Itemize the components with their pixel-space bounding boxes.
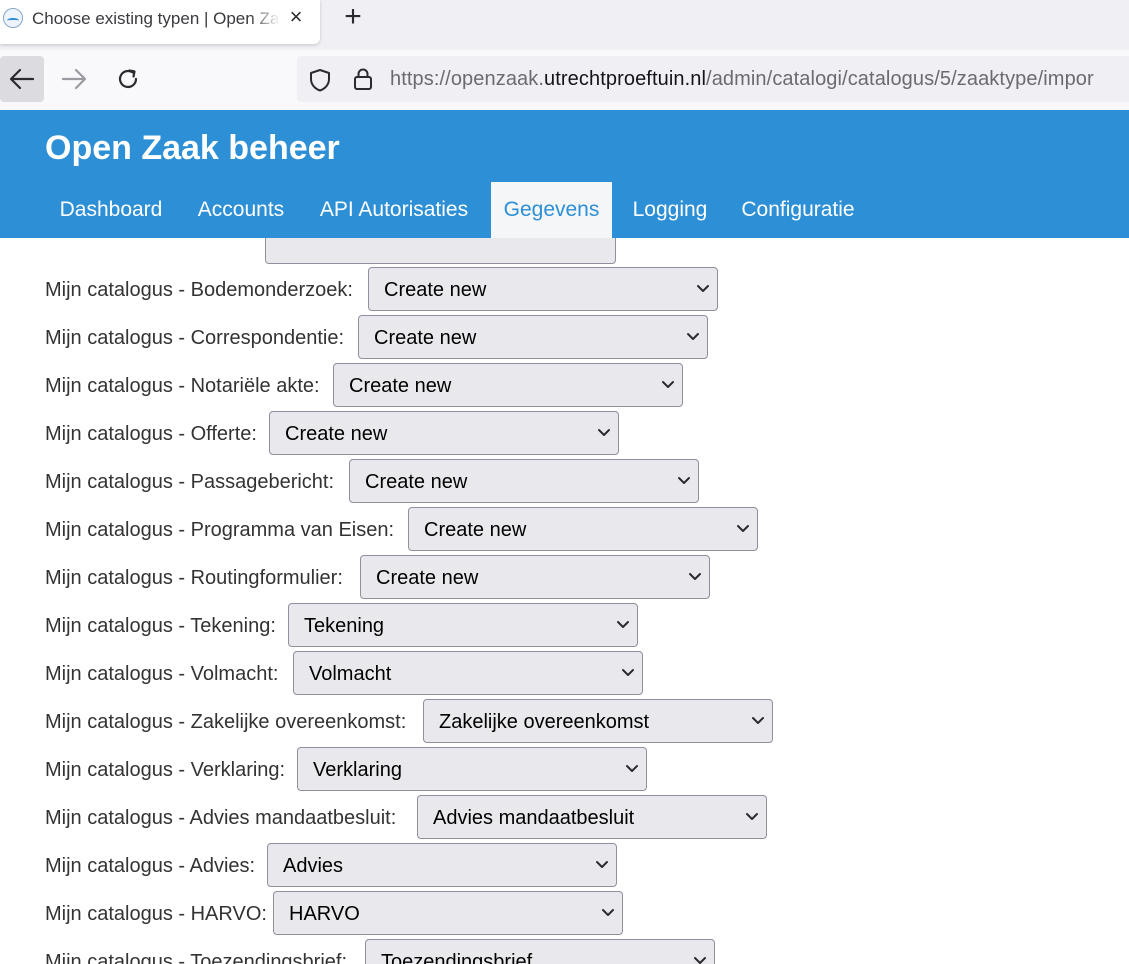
url-bar[interactable]: https://openzaak.utrechtproeftuin.nl/adm… <box>297 56 1129 102</box>
select-value: Create new <box>285 423 388 445</box>
chevron-down-icon <box>697 285 709 292</box>
reload-button[interactable] <box>106 56 150 102</box>
menu-item-dashboard[interactable]: Dashboard <box>45 182 177 238</box>
shield-icon[interactable] <box>309 68 331 92</box>
menu-item-gegevens[interactable]: Gegevens <box>491 182 612 238</box>
row-label: Mijn catalogus - HARVO: <box>45 903 267 925</box>
row-label: Mijn catalogus - Offerte: <box>45 423 257 445</box>
row-label: Mijn catalogus - Routingformulier: <box>45 567 343 589</box>
type-select[interactable]: Tekening <box>288 603 638 647</box>
browser-tab[interactable]: Choose existing typen | Open Zaak × <box>0 0 320 44</box>
row-label: Mijn catalogus - Programma van Eisen: <box>45 519 395 541</box>
chevron-down-icon <box>598 429 610 436</box>
select-value: HARVO <box>289 903 360 925</box>
type-select[interactable]: Create new <box>360 555 710 599</box>
close-icon[interactable]: × <box>286 5 306 29</box>
form-content: Mijn catalogus - Bodemonderzoek: Create … <box>0 238 1129 964</box>
chevron-down-icon <box>694 957 706 964</box>
url-prefix: https://openzaak. <box>390 68 545 90</box>
select-partial[interactable] <box>265 238 616 264</box>
chevron-down-icon <box>626 765 638 772</box>
type-select[interactable]: Create new <box>349 459 699 503</box>
menu-item-configuratie[interactable]: Configuratie <box>733 182 863 238</box>
url-text[interactable]: https://openzaak.utrechtproeftuin.nl/adm… <box>390 68 1094 91</box>
chevron-down-icon <box>689 573 701 580</box>
app-title[interactable]: Open Zaak beheer <box>45 129 340 168</box>
back-button[interactable] <box>0 56 44 102</box>
chevron-down-icon <box>746 813 758 820</box>
menu-item-accounts[interactable]: Accounts <box>185 182 297 238</box>
arrow-right-icon <box>61 68 87 90</box>
select-value: Volmacht <box>309 663 392 685</box>
select-value: Create new <box>374 327 477 349</box>
row-label: Mijn catalogus - Tekening: <box>45 615 276 637</box>
app-header: Open Zaak beheer Dashboard Accounts API … <box>0 110 1129 238</box>
row-label: Mijn catalogus - Advies: <box>45 855 256 877</box>
type-select[interactable]: Create new <box>333 363 683 407</box>
select-value: Toezendingsbrief <box>381 951 533 964</box>
lock-icon[interactable] <box>353 67 373 91</box>
row-label: Mijn catalogus - Verklaring: <box>45 759 286 781</box>
forward-button[interactable] <box>52 56 96 102</box>
type-select[interactable]: Create new <box>408 507 758 551</box>
type-select[interactable]: Zakelijke overeenkomst <box>423 699 773 743</box>
plus-icon[interactable]: + <box>340 2 366 32</box>
select-value: Zakelijke overeenkomst <box>439 711 650 733</box>
row-label: Mijn catalogus - Volmacht: <box>45 663 279 685</box>
browser-toolbar: https://openzaak.utrechtproeftuin.nl/adm… <box>0 50 1129 110</box>
row-label: Mijn catalogus - Notariële akte: <box>45 375 320 397</box>
type-select[interactable]: Volmacht <box>293 651 643 695</box>
type-select[interactable]: Toezendingsbrief <box>365 939 715 964</box>
menu-item-logging[interactable]: Logging <box>623 182 717 238</box>
chevron-down-icon <box>737 525 749 532</box>
select-value: Advies mandaatbesluit <box>433 807 635 829</box>
favicon-icon <box>3 8 23 28</box>
type-select[interactable]: Advies mandaatbesluit <box>417 795 767 839</box>
select-value: Create new <box>349 375 452 397</box>
row-label: Mijn catalogus - Correspondentie: <box>45 327 345 349</box>
chevron-down-icon <box>678 477 690 484</box>
chevron-down-icon <box>687 333 699 340</box>
row-label: Mijn catalogus - Zakelijke overeenkomst: <box>45 711 407 733</box>
select-value: Create new <box>384 279 487 301</box>
row-label: Mijn catalogus - Bodemonderzoek: <box>45 279 353 301</box>
select-value: Create new <box>365 471 468 493</box>
row-label: Mijn catalogus - Toezendingsbrief: <box>45 951 348 964</box>
type-select[interactable]: HARVO <box>273 891 623 935</box>
chevron-down-icon <box>596 861 608 868</box>
row-label: Mijn catalogus - Passagebericht: <box>45 471 335 493</box>
chevron-down-icon <box>622 669 634 676</box>
type-select[interactable]: Verklaring <box>297 747 647 791</box>
browser-tab-strip: Choose existing typen | Open Zaak × + <box>0 0 1129 50</box>
url-host: utrechtproeftuin.nl <box>544 68 707 90</box>
chevron-down-icon <box>662 381 674 388</box>
chevron-down-icon <box>752 717 764 724</box>
select-value: Tekening <box>304 615 385 637</box>
select-value: Create new <box>376 567 479 589</box>
menu-item-api-autorisaties[interactable]: API Autorisaties <box>309 182 479 238</box>
type-select[interactable]: Create new <box>269 411 619 455</box>
type-select[interactable]: Advies <box>267 843 617 887</box>
url-path: /admin/catalogi/catalogus/5/zaaktype/imp… <box>706 68 1094 90</box>
type-select[interactable]: Create new <box>368 267 718 311</box>
chevron-down-icon <box>602 909 614 916</box>
arrow-left-icon <box>9 68 35 90</box>
select-value: Create new <box>424 519 527 541</box>
reload-icon <box>118 69 138 89</box>
select-value: Advies <box>283 855 344 877</box>
tab-title: Choose existing typen | Open Zaak <box>32 9 280 28</box>
row-label: Mijn catalogus - Advies mandaatbesluit: <box>45 807 397 829</box>
type-select[interactable]: Create new <box>358 315 708 359</box>
chevron-down-icon <box>617 621 629 628</box>
select-value: Verklaring <box>313 759 402 781</box>
